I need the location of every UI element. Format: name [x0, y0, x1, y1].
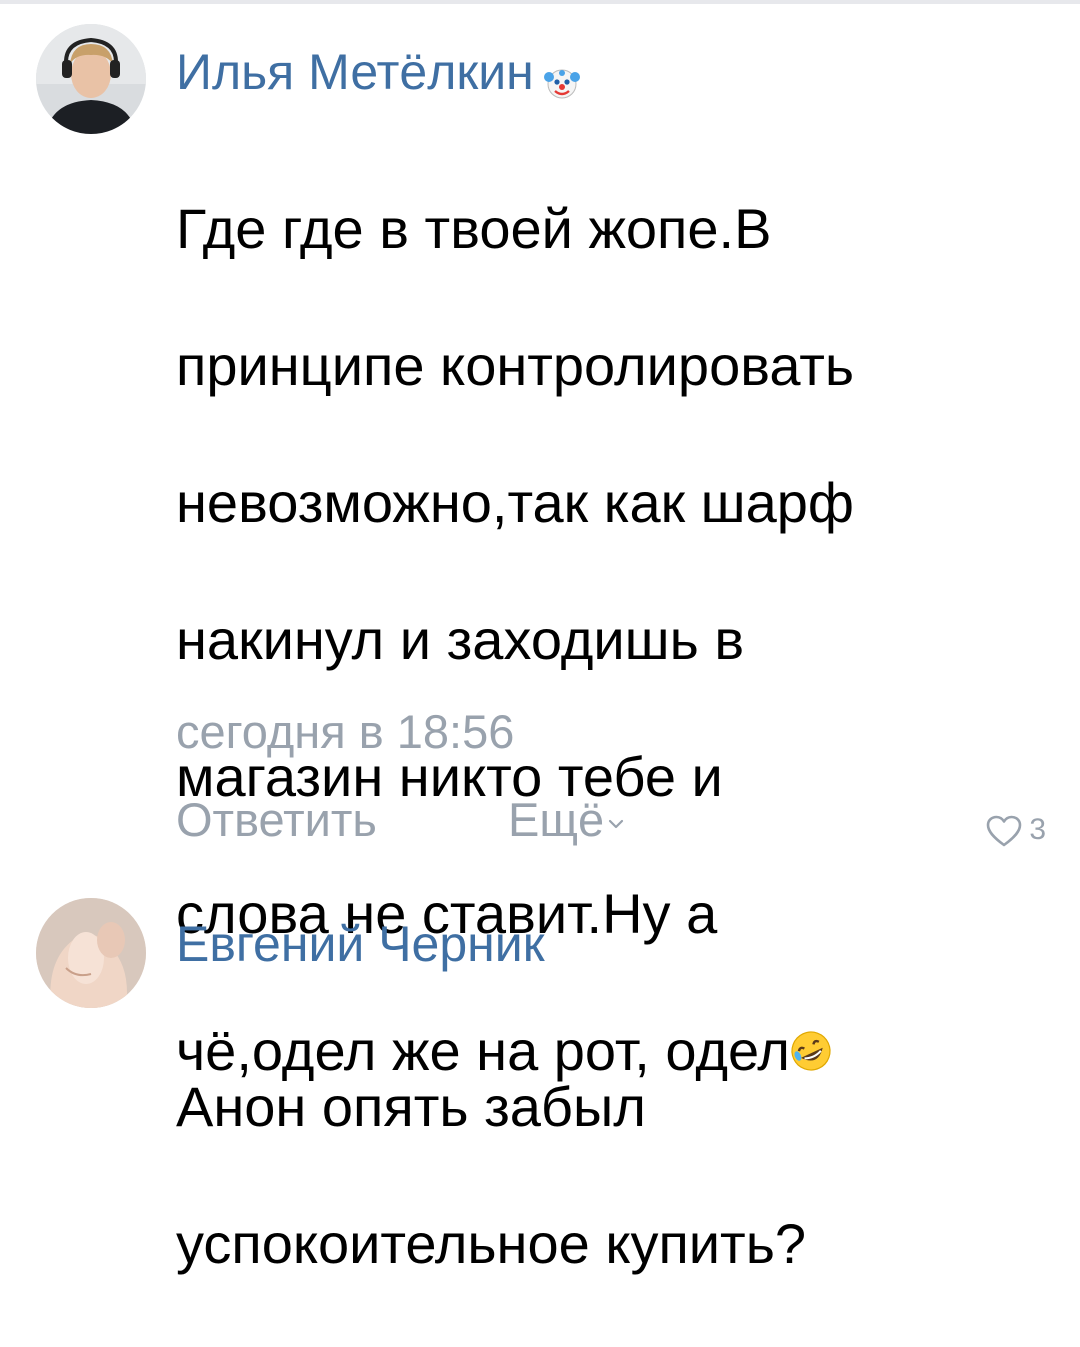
reply-button[interactable]: Ответить	[176, 792, 377, 848]
chevron-down-icon	[609, 819, 624, 828]
comment-text-line: успокоительное купить?	[176, 1211, 807, 1275]
user-photo-icon	[36, 898, 146, 1008]
comment-text-line: Анон опять забыл	[176, 1074, 646, 1138]
comment-text-line: принципе контролировать	[176, 333, 855, 397]
comment-text: Где где в твоей жопе.В принципе контроли…	[176, 126, 1056, 1154]
author-name[interactable]: Илья Метёлкин	[176, 44, 534, 100]
like-count: 3	[1029, 813, 1046, 846]
comment-author[interactable]: Илья Метёлкин	[176, 42, 580, 102]
author-name[interactable]: Евгений Черник	[176, 916, 545, 972]
comment-text-line: Где где в твоей жопе.В	[176, 196, 772, 260]
like-button[interactable]: 3	[985, 812, 1046, 848]
top-divider	[0, 0, 1080, 4]
user-photo-icon	[36, 24, 146, 134]
more-button-label: Ещё	[508, 793, 605, 846]
more-button[interactable]: Ещё	[508, 792, 624, 848]
comment-text-line: накинул и заходишь в	[176, 607, 745, 671]
avatar[interactable]	[36, 898, 146, 1008]
avatar[interactable]	[36, 24, 146, 134]
comment-timestamp: сегодня в 18:56	[176, 705, 515, 758]
reply-button-label: Ответить	[176, 793, 377, 846]
comment-text-line: невозможно,так как шарф	[176, 470, 854, 534]
comment-author[interactable]: Евгений Черник	[176, 914, 545, 974]
heart-icon	[987, 815, 1022, 847]
clown-face-emoji-icon	[543, 54, 580, 99]
comment-text: Анон опять забыл успокоительное купить?	[176, 1004, 1056, 1347]
